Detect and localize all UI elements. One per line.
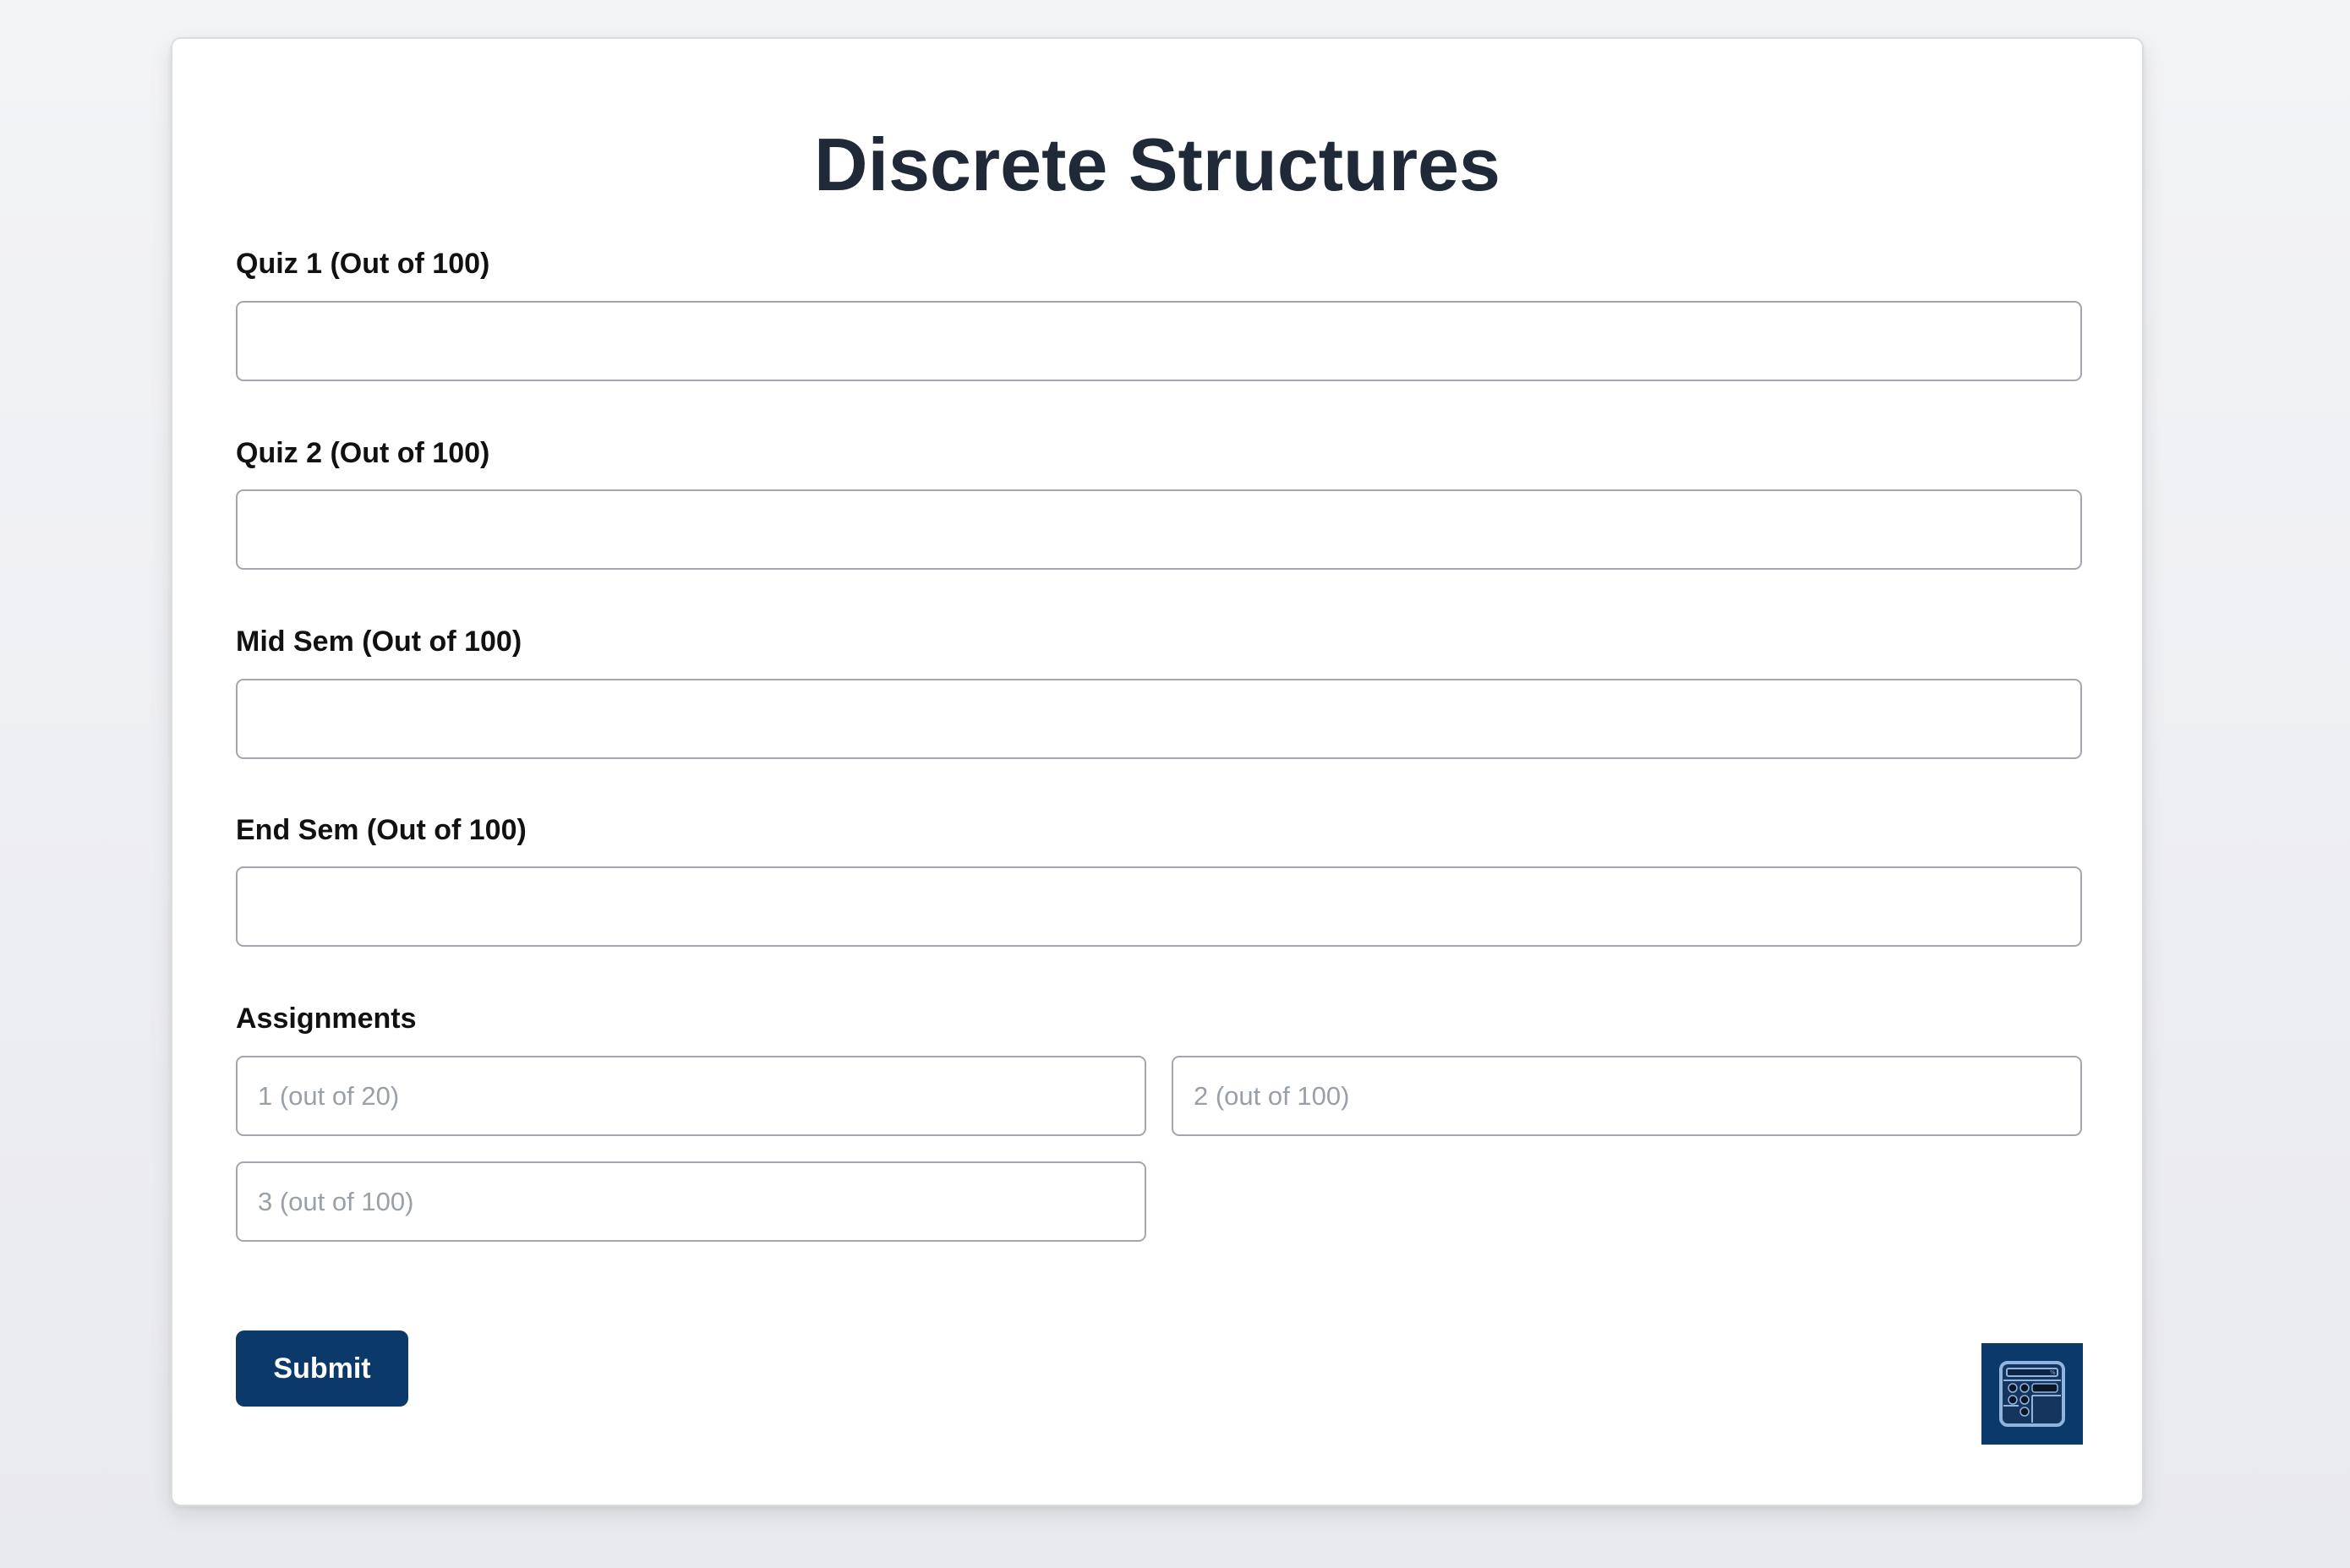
assignment-3-input[interactable] (236, 1161, 1146, 1242)
midsem-input[interactable] (236, 679, 2082, 759)
quiz1-label: Quiz 1 (Out of 100) (236, 248, 490, 280)
submit-button[interactable]: Submit (236, 1330, 408, 1407)
form-card: Discrete Structures Quiz 1 (Out of 100) … (171, 37, 2144, 1506)
endsem-label: End Sem (Out of 100) (236, 814, 527, 846)
quiz2-label: Quiz 2 (Out of 100) (236, 437, 490, 469)
svg-text:%: % (2050, 1369, 2056, 1376)
midsem-label: Mid Sem (Out of 100) (236, 626, 522, 658)
endsem-input[interactable] (236, 866, 2082, 947)
page-title: Discrete Structures (814, 123, 1500, 206)
calculator-button[interactable]: % (1981, 1343, 2083, 1445)
assignments-label: Assignments (236, 1003, 417, 1035)
quiz1-input[interactable] (236, 301, 2082, 381)
assignment-2-input[interactable] (1172, 1056, 2082, 1136)
assignment-1-input[interactable] (236, 1056, 1146, 1136)
quiz2-input[interactable] (236, 489, 2082, 570)
calculator-icon: % (1999, 1361, 2065, 1427)
